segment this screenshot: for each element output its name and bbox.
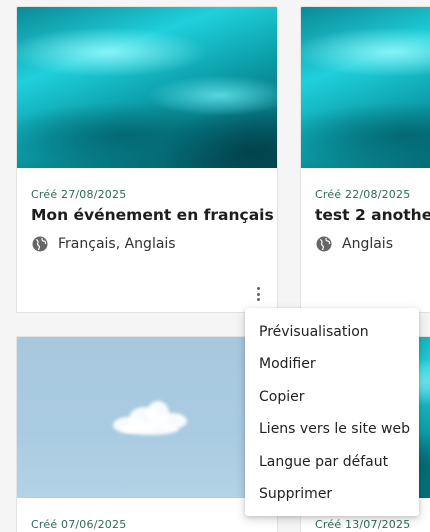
menu-item-default-language[interactable]: Langue par défaut bbox=[245, 446, 419, 478]
globe-icon bbox=[316, 236, 332, 252]
menu-item-delete[interactable]: Supprimer bbox=[245, 478, 419, 510]
languages-label: Français, Anglais bbox=[58, 236, 176, 252]
created-date: Créé 22/08/2025 bbox=[315, 188, 411, 201]
created-date: Créé 13/07/2025 bbox=[315, 518, 411, 531]
event-cover-image bbox=[17, 7, 277, 168]
event-title[interactable]: Mon événement en français bbox=[31, 206, 274, 224]
event-title[interactable]: test 2 another bbox=[315, 206, 430, 224]
languages-label: Anglais bbox=[342, 236, 393, 252]
event-grid: Créé 27/08/2025 Mon événement en françai… bbox=[0, 0, 430, 532]
menu-item-website-links[interactable]: Liens vers le site web bbox=[245, 413, 419, 445]
card-actions-menu: Prévisualisation Modifier Copier Liens v… bbox=[245, 308, 419, 516]
menu-item-preview[interactable]: Prévisualisation bbox=[245, 316, 419, 348]
created-date: Créé 27/08/2025 bbox=[31, 188, 127, 201]
cloud-image bbox=[103, 399, 193, 439]
event-languages: Français, Anglais bbox=[31, 235, 263, 253]
more-vertical-icon[interactable] bbox=[251, 285, 265, 303]
event-card[interactable]: Créé 07/06/2025 bbox=[16, 336, 278, 532]
event-card[interactable]: Créé 22/08/2025 test 2 another Anglais bbox=[300, 6, 430, 313]
event-languages: Anglais bbox=[315, 235, 430, 253]
event-cover-image bbox=[17, 337, 277, 498]
globe-icon bbox=[32, 236, 48, 252]
created-date: Créé 07/06/2025 bbox=[31, 518, 127, 531]
menu-item-copy[interactable]: Copier bbox=[245, 381, 419, 413]
menu-item-edit[interactable]: Modifier bbox=[245, 348, 419, 380]
event-cover-image bbox=[301, 7, 430, 168]
event-card[interactable]: Créé 27/08/2025 Mon événement en françai… bbox=[16, 6, 278, 313]
